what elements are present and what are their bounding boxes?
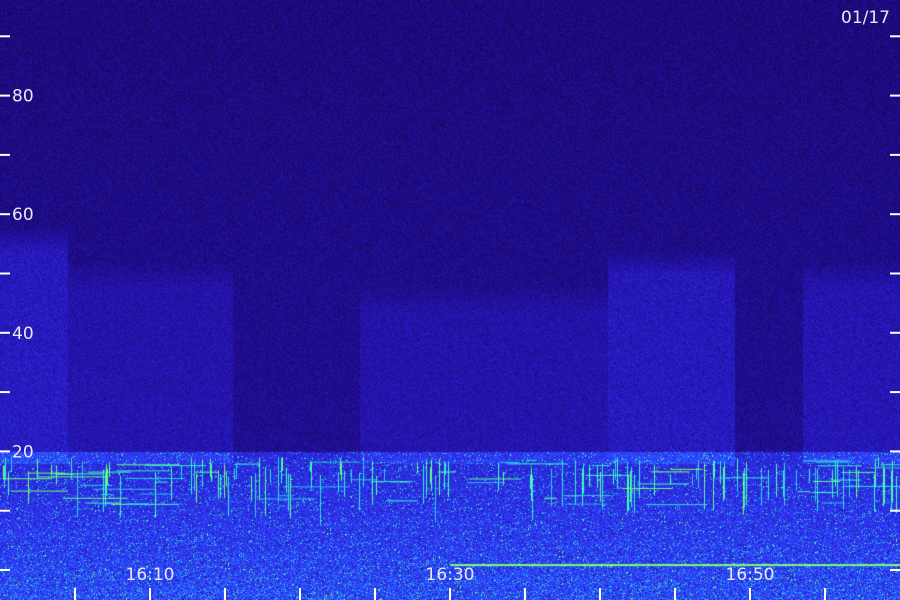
date-label: 01/17: [841, 8, 890, 28]
chart-overlay: 20406080100 16:1016:3016:50 01/17: [0, 8, 900, 600]
y-axis-ticks-right: [890, 35, 900, 571]
y-tick-label: 20: [12, 442, 34, 462]
y-tick-label: 80: [12, 87, 34, 107]
y-tick-label: 60: [12, 205, 34, 225]
y-tick-label: 40: [12, 324, 34, 344]
y-axis-ticks-left: [0, 35, 10, 571]
x-tick-label: 16:50: [726, 565, 775, 585]
x-axis-labels: 16:10 16:30 16:50: [126, 565, 775, 585]
x-tick-label: 16:10: [126, 565, 175, 585]
x-tick-label: 16:30: [426, 565, 475, 585]
x-axis-ticks: [74, 588, 826, 600]
y-axis-labels: 20406080100: [12, 87, 34, 463]
